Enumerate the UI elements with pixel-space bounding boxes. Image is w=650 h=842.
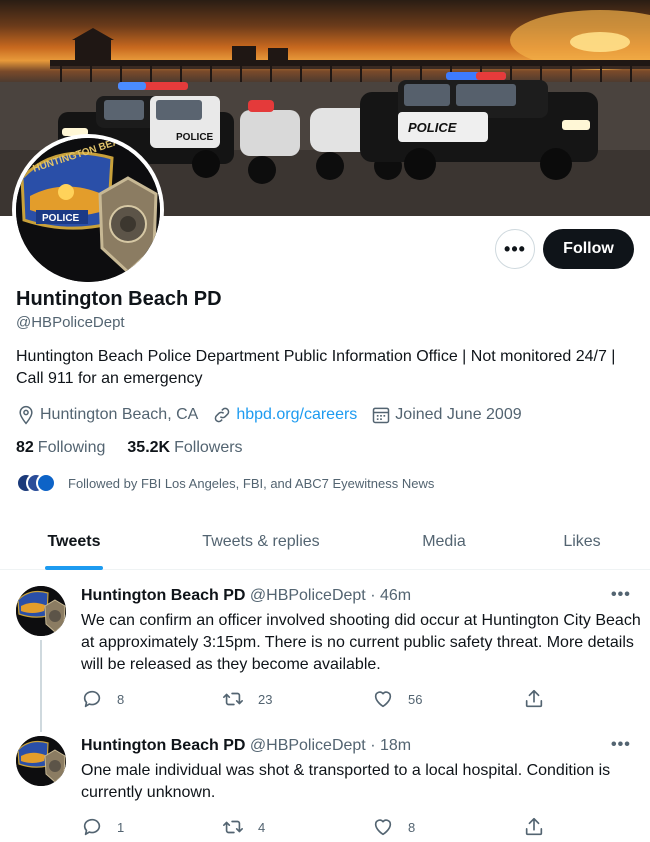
reply-count: 8	[117, 691, 125, 707]
like-button[interactable]: 56	[372, 688, 422, 710]
tab-active-indicator	[45, 566, 103, 570]
more-options-button[interactable]: •••	[495, 229, 535, 269]
tweet-more-button[interactable]: •••	[611, 586, 631, 604]
profile-meta: Huntington Beach, CA hbpd.org/careers Jo…	[16, 404, 536, 426]
retweet-button[interactable]: 4	[222, 816, 265, 838]
tweet-text: We can confirm an officer involved shoot…	[81, 612, 641, 673]
followers-label: Followers	[174, 439, 243, 456]
like-count: 56	[408, 691, 423, 707]
profile-tabs: Tweets Tweets & replies Media Likes	[0, 513, 650, 570]
following-link[interactable]: 82 Following	[16, 439, 105, 457]
tab-label: Tweets	[47, 532, 101, 550]
more-icon: •••	[504, 238, 526, 259]
follower-avatar	[36, 473, 56, 493]
profile-name: Huntington Beach PD	[16, 288, 222, 310]
profile-stats: 82 Following 35.2K Followers	[16, 439, 265, 457]
profile-avatar[interactable]: HUNTINGTON BEACH POLICE	[12, 134, 164, 286]
retweet-icon	[223, 820, 243, 834]
like-icon	[374, 819, 392, 836]
reply-button[interactable]: 8	[81, 688, 124, 710]
website-item: hbpd.org/careers	[212, 405, 357, 425]
retweet-button[interactable]: 23	[222, 688, 272, 710]
tab-media[interactable]: Media	[374, 513, 514, 570]
tweet-actions: 8 23 56	[81, 688, 551, 710]
following-label: Following	[37, 439, 106, 456]
link-icon	[215, 407, 230, 423]
tweet-author-handle: @HBPoliceDept	[249, 737, 366, 754]
retweet-icon	[223, 692, 243, 706]
location-text: Huntington Beach, CA	[40, 406, 199, 423]
followed-by-avatars	[16, 473, 56, 493]
like-icon	[374, 691, 392, 708]
reply-button[interactable]: 1	[81, 816, 124, 838]
retweet-count: 4	[258, 819, 266, 835]
tweet-header: Huntington Beach PD @HBPoliceDept · 18m	[81, 737, 411, 755]
reply-icon	[83, 818, 101, 836]
following-count: 82	[16, 439, 34, 456]
followers-link[interactable]: 35.2K Followers	[127, 439, 242, 457]
police-badge-icon: HUNTINGTON BEACH POLICE	[16, 138, 160, 282]
tab-label: Likes	[563, 532, 601, 550]
tweet-actions: 1 4 8	[81, 816, 551, 838]
followed-by[interactable]: Followed by FBI Los Angeles, FBI, and AB…	[16, 473, 434, 493]
share-icon	[525, 817, 543, 836]
tab-label: Tweets & replies	[202, 532, 320, 550]
tweet-author-name[interactable]: Huntington Beach PD	[81, 737, 245, 754]
website-link[interactable]: hbpd.org/careers	[236, 406, 357, 424]
tweet-text: One male individual was shot & transport…	[81, 762, 611, 801]
followed-by-text: Followed by FBI Los Angeles, FBI, and AB…	[68, 475, 435, 491]
banner-car-label-right: POLICE	[408, 120, 457, 135]
tab-tweets[interactable]: Tweets	[0, 513, 148, 570]
tweet-header: Huntington Beach PD @HBPoliceDept · 46m	[81, 587, 411, 605]
profile-bio: Huntington Beach Police Department Publi…	[16, 348, 616, 387]
tweet-author-name[interactable]: Huntington Beach PD	[81, 587, 245, 604]
avatar-image: HUNTINGTON BEACH POLICE	[16, 138, 160, 282]
share-button[interactable]	[523, 816, 559, 838]
followers-count: 35.2K	[127, 439, 171, 456]
share-icon	[525, 689, 543, 708]
like-button[interactable]: 8	[372, 816, 415, 838]
banner-car-label-left: POLICE	[176, 132, 214, 143]
tweet-avatar[interactable]	[16, 586, 66, 636]
tab-tweets-replies[interactable]: Tweets & replies	[148, 513, 374, 570]
tweet-time[interactable]: · 46m	[370, 587, 411, 604]
location-item: Huntington Beach, CA	[16, 405, 198, 425]
tweet-more-button[interactable]: •••	[611, 736, 631, 754]
follow-button[interactable]: Follow	[543, 229, 634, 269]
joined-text: Joined June 2009	[395, 406, 522, 423]
profile-handle: @HBPoliceDept	[16, 314, 125, 331]
reply-icon	[83, 690, 101, 708]
like-count: 8	[408, 819, 416, 835]
calendar-icon	[373, 407, 390, 424]
location-icon	[19, 405, 33, 425]
tweet-time[interactable]: · 18m	[370, 737, 411, 754]
tweet-avatar[interactable]	[16, 736, 66, 786]
tweet-author-handle: @HBPoliceDept	[249, 587, 366, 604]
retweet-count: 23	[258, 691, 273, 707]
avatar-badge-label: POLICE	[42, 213, 80, 224]
tab-likes[interactable]: Likes	[514, 513, 650, 570]
joined-item: Joined June 2009	[371, 405, 522, 425]
reply-count: 1	[117, 819, 125, 835]
police-badge-icon	[16, 736, 66, 786]
tab-label: Media	[422, 532, 466, 550]
thread-connector	[40, 640, 42, 732]
police-badge-icon	[16, 586, 66, 636]
share-button[interactable]	[523, 688, 559, 710]
